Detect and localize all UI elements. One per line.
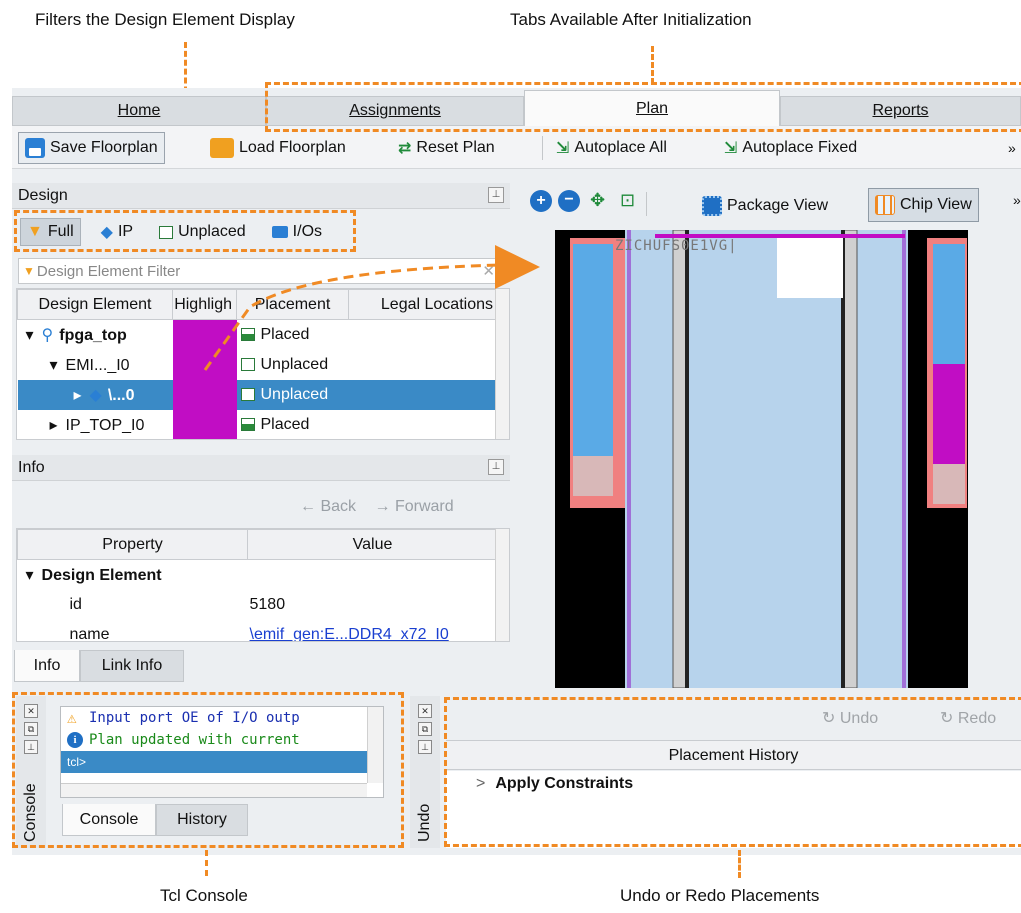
design-element-name: ▾ ⚲ fpga_top (25, 326, 127, 344)
info-table-header: Property Value (17, 529, 498, 560)
hierarchy-icon: ⚲ (41, 326, 54, 344)
autoplace-icon: ⇲ (556, 140, 570, 157)
info-panel-header: Info ⊥ (12, 455, 510, 481)
expand-icon: ▾ (25, 566, 34, 584)
expand-icon[interactable]: ▾ (26, 327, 34, 344)
property-key: name (69, 625, 110, 642)
tab-info[interactable]: Info (14, 650, 80, 682)
col-design-element[interactable]: Design Element (17, 289, 173, 320)
zoom-out-icon[interactable]: − (558, 190, 580, 212)
design-panel-header: Design ⊥ (12, 183, 510, 209)
info-nav: ← Back → Forward (300, 498, 454, 516)
callout-tcl: Tcl Console (160, 886, 248, 905)
funnel-icon: ▼ (23, 264, 35, 278)
placement-icon (240, 417, 255, 431)
callout-tcl-box (12, 692, 404, 848)
zoom-in-icon[interactable]: + (530, 190, 552, 212)
design-element-name: ▾ EMI..._I0 (49, 356, 130, 374)
close-icon[interactable]: ✕ (418, 704, 432, 718)
expand-icon[interactable]: ▾ (50, 357, 58, 374)
expand-icon[interactable]: ▸ (74, 387, 82, 404)
view-toolbar-overflow[interactable]: » (1013, 192, 1021, 208)
info-table-scrollbar[interactable] (495, 529, 509, 641)
view-toolbar: + − ✥ ⊡ Package View Chip View » (516, 184, 1021, 226)
undo-side-label: Undo (416, 803, 433, 842)
callout-filters: Filters the Design Element Display (35, 10, 295, 29)
float-icon[interactable]: ⧉ (418, 722, 432, 736)
info-row-id: id 5180 (18, 590, 498, 620)
callout-tabs-box (265, 82, 1021, 132)
right-io-banks (933, 244, 965, 504)
pin-icon[interactable]: ⊥ (418, 740, 432, 754)
property-key: id (69, 595, 82, 613)
chip-view-canvas[interactable]: ZICHUFS0E1VG| (555, 230, 968, 688)
placement-icon (240, 387, 255, 401)
callout-tcl-line (205, 850, 208, 876)
tab-link-info[interactable]: Link Info (80, 650, 184, 682)
placement-status: Placed (237, 410, 349, 440)
undo-side-bar: ✕ ⧉ ⊥ Undo (410, 696, 440, 848)
load-floorplan-button[interactable]: Load Floorplan (210, 134, 346, 162)
forward-button[interactable]: → Forward (374, 498, 453, 515)
main-toolbar: Save Floorplan Load Floorplan ⇄ Reset Pl… (12, 126, 1021, 169)
left-io-banks (573, 244, 613, 496)
expand-icon[interactable]: ▸ (50, 417, 58, 434)
reset-icon: ⇄ (398, 140, 412, 157)
chip-grid-icon (875, 195, 895, 215)
package-icon (702, 196, 722, 216)
property-link[interactable]: \emif_gen:E...DDR4_x72_I0 (248, 620, 498, 642)
toolbar-overflow[interactable]: » (1008, 134, 1016, 162)
reset-plan-button[interactable]: ⇄ Reset Plan (398, 134, 495, 162)
callout-undo-box (444, 697, 1021, 847)
col-value[interactable]: Value (247, 529, 498, 560)
highlight-swatch[interactable] (172, 409, 237, 439)
chip-floorplan-graphic (555, 230, 968, 688)
table-row[interactable]: ▸ IP_TOP_I0 Placed (18, 409, 498, 440)
pin-icon[interactable]: ⊥ (488, 187, 504, 203)
autoplace-fixed-icon: ⇲ (724, 140, 738, 157)
save-icon (25, 138, 45, 158)
locate-icon[interactable]: ⊡ (620, 190, 635, 211)
package-view-button[interactable]: Package View (702, 192, 828, 220)
chip-view-button[interactable]: Chip View (868, 188, 979, 222)
callout-tabs-line (651, 46, 654, 84)
design-element-name: ▸ IP_TOP_I0 (49, 416, 145, 434)
callout-undo: Undo or Redo Placements (620, 886, 820, 905)
toolbar-separator (542, 136, 543, 160)
callout-arrow (203, 245, 540, 371)
col-property[interactable]: Property (17, 529, 248, 560)
property-value: 5180 (249, 595, 286, 613)
back-button[interactable]: ← Back (300, 498, 356, 515)
fit-view-icon[interactable]: ✥ (590, 190, 605, 211)
pin-icon[interactable]: ⊥ (488, 459, 504, 475)
toolbar-separator (646, 192, 647, 216)
autoplace-all-button[interactable]: ⇲ Autoplace All (556, 134, 667, 162)
cube-icon: ◆ (89, 386, 102, 404)
info-group-row[interactable]: ▾ Design Element (18, 560, 498, 590)
callout-tabs: Tabs Available After Initialization (510, 10, 752, 29)
tab-home[interactable]: Home (12, 96, 266, 126)
info-row-name: name \emif_gen:E...DDR4_x72_I0 (18, 620, 498, 642)
callout-undo-line (738, 850, 741, 878)
autoplace-fixed-button[interactable]: ⇲ Autoplace Fixed (724, 134, 857, 162)
folder-icon (210, 138, 234, 158)
legal-locations-cell (349, 410, 498, 440)
save-floorplan-button[interactable]: Save Floorplan (18, 132, 165, 164)
info-property-table: Property Value ▾ Design Element id 5180 n… (16, 528, 510, 642)
chip-label: ZICHUFS0E1VG| (615, 238, 738, 254)
design-element-name: ▸ ◆ \...0 (17, 379, 173, 410)
